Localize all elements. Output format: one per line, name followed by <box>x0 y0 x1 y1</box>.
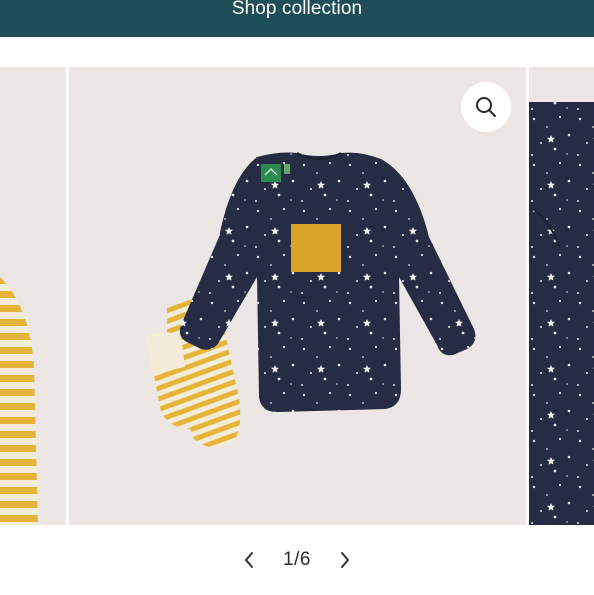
gallery-pager: 1/6 <box>0 540 594 580</box>
product-image-main[interactable] <box>69 67 526 525</box>
previous-image-button[interactable] <box>237 548 261 572</box>
chevron-right-icon <box>340 552 349 568</box>
shop-collection-label: Shop collection <box>231 0 363 19</box>
slide-counter: 1/6 <box>283 549 311 570</box>
magnifier-icon <box>476 97 496 117</box>
product-image-gallery[interactable] <box>0 67 594 525</box>
chevron-left-icon <box>245 552 254 568</box>
next-image-button[interactable] <box>333 548 357 572</box>
next-slide-image[interactable] <box>529 67 594 525</box>
previous-slide-image[interactable] <box>0 67 66 525</box>
brand-label <box>261 164 281 182</box>
shop-collection-button[interactable]: Shop collection <box>0 0 594 37</box>
zoom-button[interactable] <box>461 82 511 132</box>
mustard-pocket <box>291 224 341 272</box>
